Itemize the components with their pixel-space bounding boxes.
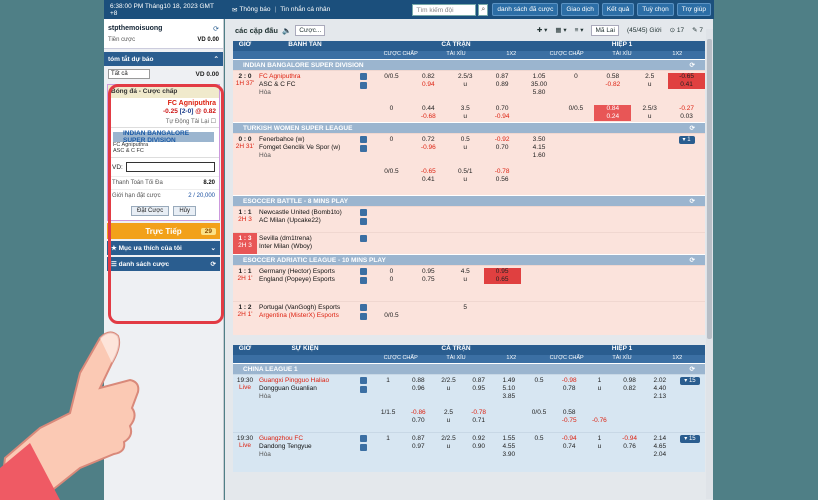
more-odds-button[interactable]: ▾ 1 — [678, 136, 695, 144]
match-count: (45/45) Giới — [627, 26, 662, 34]
top-bar: 6:38:00 PM Tháng10 18, 2023 GMT +8 ✉ Thôn… — [104, 0, 714, 19]
account-box: stpthemoisuong ⟳ Tiền cược VD 0.00 — [104, 19, 223, 49]
pointing-hand-icon — [0, 331, 140, 500]
more-odds-button[interactable]: ▾ 15 — [680, 435, 700, 443]
datetime: 6:38:00 PM Tháng10 18, 2023 GMT +8 — [110, 2, 214, 17]
options-button[interactable]: Tuỳ chọn — [637, 3, 674, 16]
league-header[interactable]: ESOCCER ADRIATIC LEAGUE - 10 MINS PLAY ⟳ — [233, 254, 705, 265]
match-row: 2 : 0 1H 37' FC Agniputhra ASC & C FC Hòa 0… — [233, 70, 706, 122]
refresh-icon: ⟳ — [689, 62, 695, 69]
main-panel: các cặp đấu 🔈 Cược... ✚ ▾ ▦ ▾ ≡ ▾ Mã Lai… — [225, 19, 713, 500]
stats-icon — [359, 73, 367, 80]
league-header[interactable]: CHINA LEAGUE 1 ⟳ — [233, 363, 705, 374]
col-hiep1: HIỆP 1 — [611, 41, 633, 48]
scrollbar[interactable] — [706, 29, 713, 499]
credit-label: Tiền cược — [108, 37, 136, 43]
league-header[interactable]: ESOCCER BATTLE - 8 MINS PLAY ⟳ — [233, 195, 705, 206]
envelope-icon: ✉ — [232, 6, 238, 14]
league-header[interactable]: INDIAN BANGALORE SUPER DIVISION ⟳ — [233, 59, 705, 70]
match-row: 19:30 Live Guangzhou FC Dandong Tengyue Hòa… — [233, 432, 705, 472]
more-odds-button[interactable]: ▾ 15 — [680, 377, 700, 385]
inbox-link[interactable]: Tin nhắn cá nhân — [276, 6, 334, 13]
edit-count[interactable]: ✎ 7 — [692, 26, 703, 34]
highlight-circle — [108, 84, 224, 324]
sort-icon[interactable]: ≡ ▾ — [575, 26, 584, 34]
live-table: GIỜ BANH TAN CẢ TRẬN HIỆP 1 CƯỢC CHẤP TÀI… — [233, 41, 706, 335]
col-gio: GIỜ — [238, 41, 252, 48]
search-icon[interactable]: ⌕ — [478, 3, 489, 16]
col-su-kien: SỰ KIỆN — [291, 345, 319, 352]
search-input[interactable]: Tìm kiếm đội — [412, 3, 477, 16]
credit-value: VD 0.00 — [197, 37, 219, 43]
mode-select[interactable]: Cược... — [295, 24, 326, 36]
match-row: 1 : 2 2H 1' Portugal (VanGogh) Esports Arg… — [233, 301, 705, 335]
col-banh-tan: BANH TAN — [288, 41, 322, 48]
add-icon[interactable]: ✚ ▾ — [537, 26, 548, 34]
notice-link[interactable]: ✉ Thông báo — [228, 6, 275, 14]
prematch-table: GIỜ SỰ KIỆN CẢ TRẬN HIỆP 1 CƯỢC CHẤP TÀI … — [233, 345, 705, 472]
chevron-icon: ⌃ — [213, 56, 219, 63]
col-ca-tran: CẢ TRẬN — [441, 41, 471, 48]
refresh-icon[interactable]: ⟳ — [213, 25, 219, 33]
main-header: các cặp đấu 🔈 Cược... ✚ ▾ ▦ ▾ ≡ ▾ Mã Lai… — [225, 19, 713, 41]
summary-header[interactable]: tóm tắt dự báo ⌃ — [104, 52, 223, 66]
help-button[interactable]: Trợ giúp — [676, 3, 711, 16]
star-icon — [359, 82, 367, 89]
odds-type-select[interactable]: Mã Lai — [591, 24, 619, 36]
speaker-icon[interactable]: 🔈 — [282, 26, 291, 35]
results-button[interactable]: Kết quả — [601, 3, 635, 16]
league-header[interactable]: TURKISH WOMEN SUPER LEAGUE ⟳ — [233, 122, 705, 133]
match-row: 1 : 1 2H 3 Newcastle United (Bomb1to) AC M… — [233, 206, 705, 232]
username: stpthemoisuong — [108, 25, 163, 32]
filter-select[interactable]: Tất cả — [108, 69, 150, 79]
match-row: 1 : 3 2H 3 Sevilla (dm1trena) Inter Milan … — [233, 232, 705, 254]
transactions-button[interactable]: Giao dịch — [561, 3, 599, 16]
grid-icon[interactable]: ▦ ▾ — [555, 26, 566, 34]
refresh-count[interactable]: ⊙ 17 — [670, 26, 685, 34]
filter-value: VD 0.00 — [195, 70, 220, 78]
page-title: các cặp đấu — [235, 25, 278, 35]
match-row: 1 : 1 2H 1' Germany (Hector) Esports Engla… — [233, 265, 705, 301]
match-row: 19:30 Live Guangxi Pingguo Haliao Dongguan… — [233, 374, 705, 432]
bet-list-button[interactable]: danh sách đã cược — [492, 3, 559, 16]
match-row: 0 : 0 2H 31' Fenerbahce (w) Fomget Genclik… — [233, 133, 705, 195]
